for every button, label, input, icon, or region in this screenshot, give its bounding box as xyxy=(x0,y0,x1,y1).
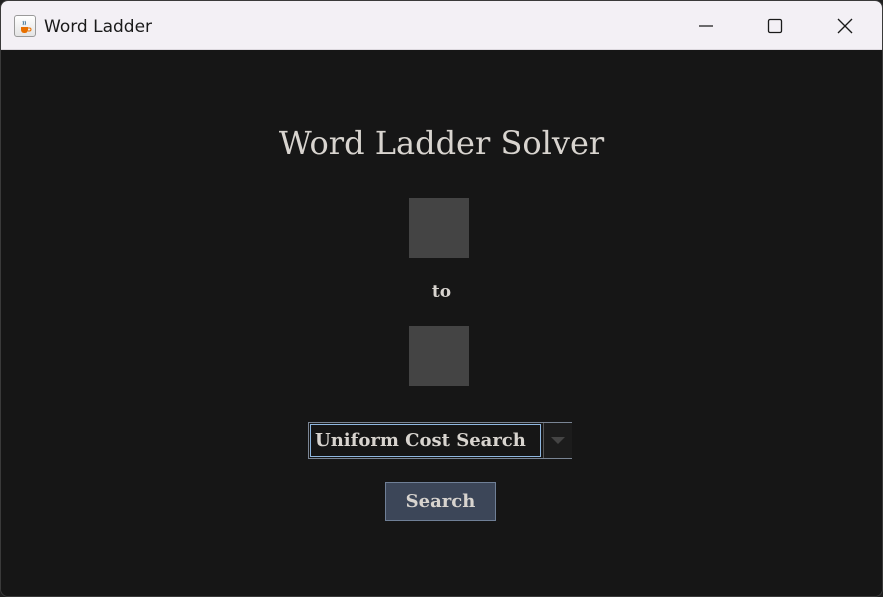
search-button[interactable]: Search xyxy=(385,482,496,521)
algorithm-select-value[interactable]: Uniform Cost Search xyxy=(310,424,541,457)
dropdown-arrow-button[interactable] xyxy=(543,423,572,458)
minimize-icon xyxy=(699,25,713,27)
end-word-input[interactable] xyxy=(409,326,469,386)
window-title: Word Ladder xyxy=(44,17,153,37)
algorithm-select[interactable]: Uniform Cost Search xyxy=(308,422,572,459)
java-cup-icon xyxy=(14,15,36,37)
maximize-icon xyxy=(767,18,783,34)
maximize-button[interactable] xyxy=(741,1,809,49)
triangle-down-icon xyxy=(551,437,565,444)
close-button[interactable] xyxy=(811,1,879,49)
start-word-input[interactable] xyxy=(409,198,469,258)
minimize-button[interactable] xyxy=(672,1,740,49)
app-window: Word Ladder Word Ladder Solver to Unifor… xyxy=(0,0,883,597)
title-bar[interactable]: Word Ladder xyxy=(1,1,882,50)
close-icon xyxy=(837,18,853,34)
to-label: to xyxy=(431,282,452,302)
main-panel: Word Ladder Solver to Uniform Cost Searc… xyxy=(1,50,882,596)
page-title: Word Ladder Solver xyxy=(278,124,605,162)
